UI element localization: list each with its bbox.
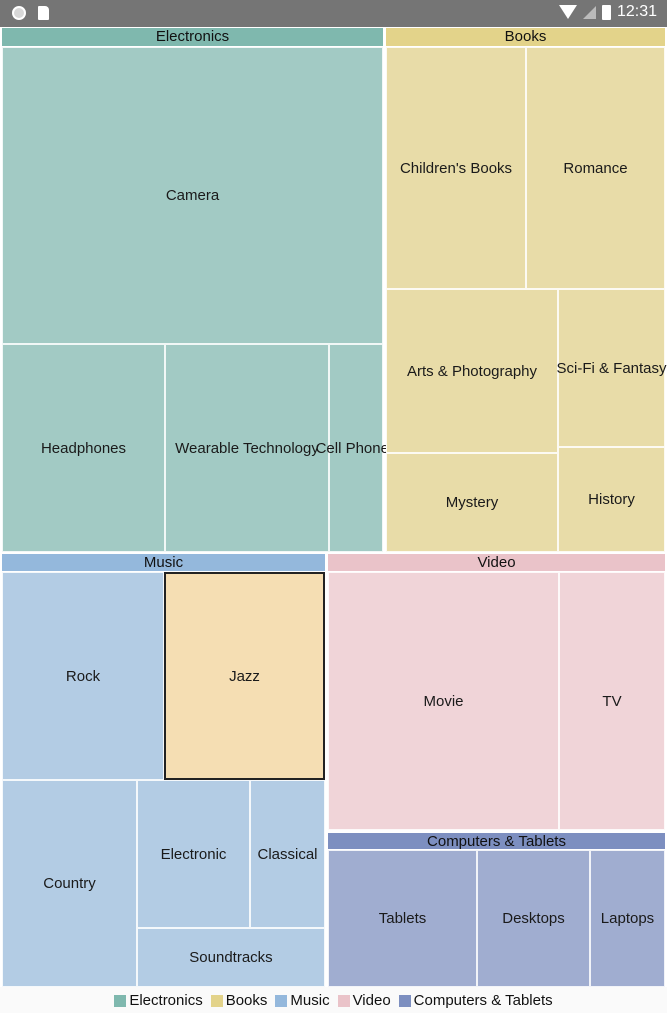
legend-label: Video xyxy=(352,992,391,1009)
cell-label: Electronic xyxy=(160,845,227,863)
group-header-computers-and-tablets[interactable]: Computers & Tablets xyxy=(328,833,665,850)
legend-item-video[interactable]: Video xyxy=(337,992,391,1009)
treemap-cell-cell-phones[interactable]: Cell Phones xyxy=(316,344,396,552)
cell-label: Movie xyxy=(423,692,464,710)
wifi-icon xyxy=(558,5,577,19)
cell-signal-icon xyxy=(582,5,596,19)
clock: 12:31 xyxy=(616,3,657,20)
cell-label: Headphones xyxy=(40,439,127,457)
treemap-cell-tablets[interactable]: Tablets xyxy=(328,850,477,987)
group-header-music[interactable]: Music xyxy=(2,554,325,571)
cell-label: Romance xyxy=(563,159,628,177)
cell-label: History xyxy=(588,491,635,508)
cell-label: Laptops xyxy=(600,910,655,927)
treemap-cell-headphones[interactable]: Headphones xyxy=(2,344,165,552)
cell-label: Classical xyxy=(257,845,318,863)
cell-label: Mystery xyxy=(445,494,499,511)
treemap-cell-electronic[interactable]: Electronic xyxy=(137,780,250,928)
cell-label: Sci-Fi & Fantasy xyxy=(556,359,667,377)
cell-label: Arts & Photography xyxy=(406,362,538,380)
treemap-cell-rock[interactable]: Rock xyxy=(2,572,164,780)
cell-label: Jazz xyxy=(229,667,260,685)
treemap-cell-desktops[interactable]: Desktops xyxy=(477,850,590,987)
cell-label: Camera xyxy=(165,187,220,204)
legend-swatch xyxy=(210,994,223,1007)
legend-item-books[interactable]: Books xyxy=(210,992,268,1009)
legend-swatch xyxy=(275,994,288,1007)
cell-label: Children's Books xyxy=(399,159,513,177)
treemap-cell-soundtracks[interactable]: Soundtracks xyxy=(137,928,325,987)
battery-charging-icon xyxy=(601,4,611,20)
treemap-cell-camera[interactable]: Camera xyxy=(2,47,383,344)
cell-label: TV xyxy=(602,692,622,710)
treemap-cell-jazz[interactable]: Jazz xyxy=(164,572,325,780)
cell-label: Wearable Technology xyxy=(175,439,319,457)
status-bar: 12:31 xyxy=(0,0,667,27)
group-header-electronics[interactable]: Electronics xyxy=(2,28,383,46)
treemap-cell-classical[interactable]: Classical xyxy=(250,780,325,928)
cell-label: Tablets xyxy=(378,910,427,927)
group-video: Video Movie TV xyxy=(328,554,665,830)
legend-swatch xyxy=(114,994,127,1007)
treemap-cell-romance[interactable]: Romance xyxy=(526,47,665,289)
group-music: Music Rock Jazz Country Electronic Classical S… xyxy=(2,554,325,987)
legend-item-computers-and-tablets[interactable]: Computers & Tablets xyxy=(398,992,553,1009)
legend-item-electronics[interactable]: Electronics xyxy=(114,992,203,1009)
treemap-cell-tv[interactable]: TV xyxy=(559,572,665,830)
treemap-cell-movie[interactable]: Movie xyxy=(328,572,559,830)
cell-label: Cell Phones xyxy=(315,439,397,457)
legend-swatch xyxy=(398,994,411,1007)
treemap-cell-children-s-books[interactable]: Children's Books xyxy=(386,47,526,289)
cell-label: Rock xyxy=(65,667,101,685)
legend-label: Electronics xyxy=(129,992,203,1009)
legend-label: Computers & Tablets xyxy=(413,992,553,1009)
group-header-video[interactable]: Video xyxy=(328,554,665,571)
treemap-cell-laptops[interactable]: Laptops xyxy=(590,850,665,987)
treemap-cell-wearable-technology[interactable]: Wearable Technology xyxy=(165,344,329,552)
legend-label: Music xyxy=(290,992,330,1009)
group-books: Books Children's Books Romance Arts & Photo… xyxy=(386,28,667,552)
legend-item-music[interactable]: Music xyxy=(275,992,330,1009)
treemap-cell-country[interactable]: Country xyxy=(2,780,137,987)
sd-card-icon xyxy=(38,6,49,20)
cell-label: Desktops xyxy=(502,910,565,927)
treemap-cell-sci-fi-and-fantasy[interactable]: Sci-Fi & Fantasy xyxy=(556,289,667,447)
treemap-chart: Electronics Camera Headphones Wearable Tech… xyxy=(0,27,667,987)
cell-label: Soundtracks xyxy=(189,949,273,966)
group-electronics: Electronics Camera Headphones Wearable Tech… xyxy=(2,28,396,552)
cell-label: Country xyxy=(43,875,96,892)
group-computers-and-tablets: Computers & Tablets Tablets Desktops Laptop… xyxy=(328,833,665,987)
legend-label: Books xyxy=(225,992,268,1009)
chart-legend: Electronics Books Music Video Computers & Ta… xyxy=(0,988,667,1013)
legend-swatch xyxy=(337,994,350,1007)
treemap-cell-arts-and-photography[interactable]: Arts & Photography xyxy=(386,289,558,453)
treemap-cell-mystery[interactable]: Mystery xyxy=(386,453,558,552)
treemap-cell-history[interactable]: History xyxy=(558,447,665,552)
group-header-books[interactable]: Books xyxy=(386,28,665,46)
record-icon xyxy=(12,6,26,20)
